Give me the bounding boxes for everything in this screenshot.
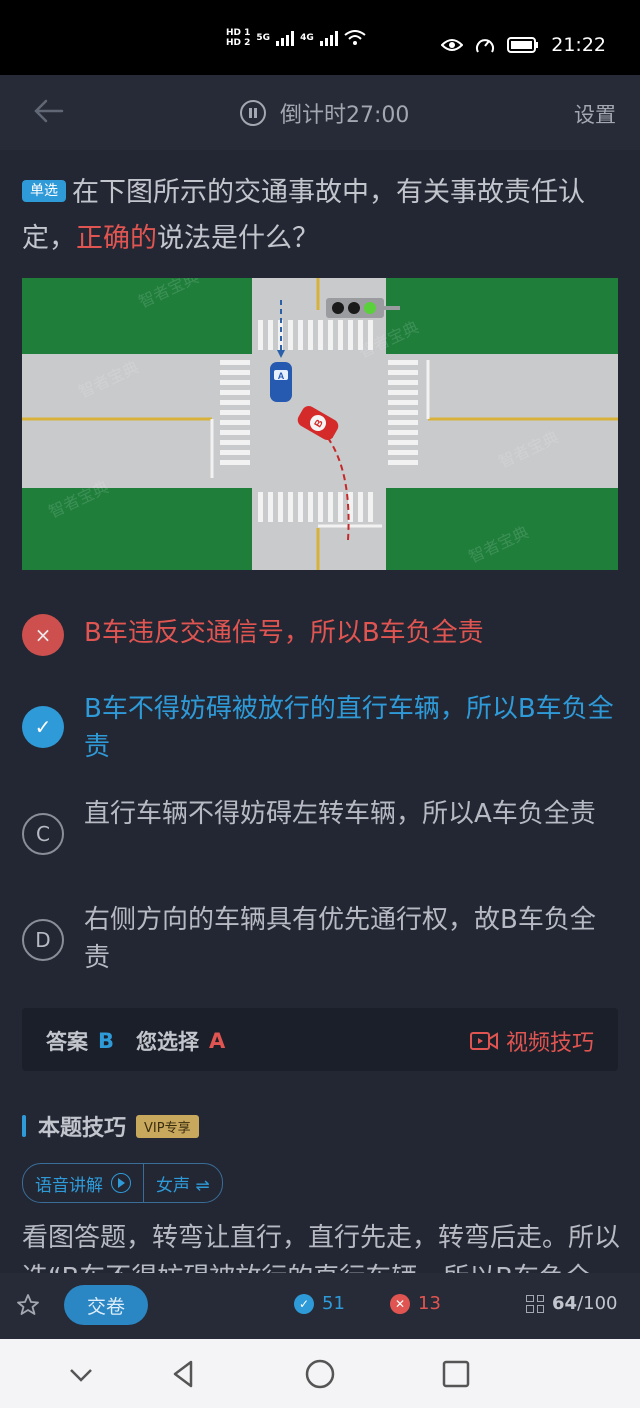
hd-indicator: HD 1 HD 2: [226, 28, 250, 48]
system-navigation-bar: [0, 1339, 640, 1408]
nav-back-icon[interactable]: [166, 1357, 200, 1391]
video-icon: [469, 1032, 498, 1050]
eye-icon: [441, 39, 464, 51]
car-a-icon: A: [270, 362, 292, 402]
signal-bars-2-icon: [319, 30, 338, 46]
tip-text: 看图答题，转弯让直行，直行先走，转弯后走。所以选“B车不得妨碍被放行的直行车辆，…: [22, 1223, 621, 1273]
submit-exam-button[interactable]: 交卷: [64, 1285, 148, 1325]
battery-icon: [507, 37, 539, 53]
wrong-mark-icon: ×: [22, 614, 64, 656]
vip-badge: VIP专享: [136, 1114, 199, 1138]
chosen-answer: A: [209, 1029, 226, 1053]
intersection-diagram: A B 智者宝典 智者宝典 智者宝典 智者宝典 智者宝典 智者宝典: [22, 278, 618, 570]
grass-bottom-right: [386, 488, 618, 570]
nav-home-icon[interactable]: [303, 1357, 337, 1391]
check-circle-icon: ✓: [294, 1293, 314, 1314]
option-a-text: B车违反交通信号，所以B车负全责: [84, 618, 484, 648]
status-right-group: 21:22: [441, 34, 606, 56]
chosen-label: 您选择: [136, 1030, 200, 1054]
question-text-part2: 说法是什么？: [157, 223, 319, 254]
question-highlight: 正确的: [76, 223, 157, 254]
option-c-text: 直行车辆不得妨碍左转车辆，所以A车负全责: [84, 799, 596, 829]
answer-label: 答案: [46, 1030, 88, 1054]
tip-title: 本题技巧: [38, 1116, 127, 1141]
grass-top-left: [22, 278, 252, 354]
network-4g-label: 4G: [300, 33, 314, 43]
x-circle-icon: ✕: [390, 1293, 410, 1314]
progress-current: 64: [552, 1293, 578, 1314]
voice-explain-label: 语音讲解: [35, 1175, 103, 1196]
network-5g-label: 5G: [256, 33, 271, 43]
answer-summary: 答案 B 您选择 A: [46, 1026, 225, 1056]
wrong-count-value: 13: [418, 1293, 441, 1314]
car-a-label: A: [278, 371, 285, 381]
video-tips-button[interactable]: 视频技巧: [469, 1025, 594, 1057]
progress-total: /100: [577, 1293, 618, 1314]
exam-header: 倒计时27:00 设置: [0, 75, 640, 150]
option-c[interactable]: C 直行车辆不得妨碍左转车辆，所以A车负全责: [22, 795, 622, 855]
correct-answer: B: [98, 1029, 115, 1053]
play-icon: [111, 1173, 131, 1193]
wrong-count: ✕ 13: [390, 1293, 441, 1314]
option-c-letter: C: [22, 813, 64, 855]
voice-gender-label: 女声 ⇌: [156, 1175, 210, 1196]
exam-bottom-bar: 交卷 ✓ 51 ✕ 13 64/100: [0, 1273, 640, 1339]
countdown-timer[interactable]: 倒计时27:00: [240, 97, 409, 129]
countdown-text: 倒计时27:00: [280, 103, 410, 128]
voice-gender-toggle[interactable]: 女声 ⇌: [143, 1164, 222, 1202]
pause-icon[interactable]: [240, 100, 266, 126]
section-accent-bar: [22, 1115, 26, 1137]
signal-bars-1-icon: [276, 30, 295, 46]
grid-icon: [526, 1294, 544, 1313]
speed-icon: [476, 39, 495, 53]
check-mark-icon: ✓: [22, 706, 64, 748]
clock: 21:22: [551, 34, 606, 56]
settings-button[interactable]: 设置: [574, 99, 616, 129]
answer-bar: 答案 B 您选择 A 视频技巧: [22, 1008, 618, 1071]
voice-controls: 语音讲解 女声 ⇌: [22, 1163, 223, 1203]
option-d[interactable]: D 右侧方向的车辆具有优先通行权，故B车负全责: [22, 901, 622, 977]
chevron-down-icon[interactable]: [64, 1357, 98, 1391]
hd2-label: HD 2: [226, 38, 251, 48]
favorite-star-icon[interactable]: [16, 1293, 40, 1317]
option-d-letter: D: [22, 919, 64, 961]
wifi-icon: [344, 30, 366, 45]
video-tips-label: 视频技巧: [505, 1031, 594, 1056]
option-b-text: B车不得妨碍被放行的直行车辆，所以B车负全责: [84, 694, 614, 762]
signal-group: HD 1 HD 2 5G 4G: [226, 28, 366, 48]
nav-recents-icon[interactable]: [439, 1357, 473, 1391]
option-a[interactable]: × B车违反交通信号，所以B车负全责: [22, 614, 622, 656]
correct-count: ✓ 51: [294, 1293, 345, 1314]
grass-top-right: [386, 278, 618, 354]
back-arrow-icon[interactable]: [30, 93, 66, 129]
hd1-label: HD 1: [226, 28, 251, 38]
system-status-bar: HD 1 HD 2 5G 4G 21:22: [0, 0, 640, 75]
option-d-text: 右侧方向的车辆具有优先通行权，故B车负全责: [84, 905, 596, 973]
correct-count-value: 51: [322, 1293, 345, 1314]
tip-section-header: 本题技巧 VIP专享: [22, 1110, 199, 1142]
option-b[interactable]: ✓ B车不得妨碍被放行的直行车辆，所以B车负全责: [22, 690, 622, 766]
question-text: 单选 在下图所示的交通事故中，有关事故责任认定，正确的说法是什么？: [22, 170, 622, 262]
question-type-badge: 单选: [22, 180, 66, 202]
progress-indicator[interactable]: 64/100: [526, 1293, 617, 1314]
voice-explain-button[interactable]: 语音讲解: [23, 1164, 143, 1202]
